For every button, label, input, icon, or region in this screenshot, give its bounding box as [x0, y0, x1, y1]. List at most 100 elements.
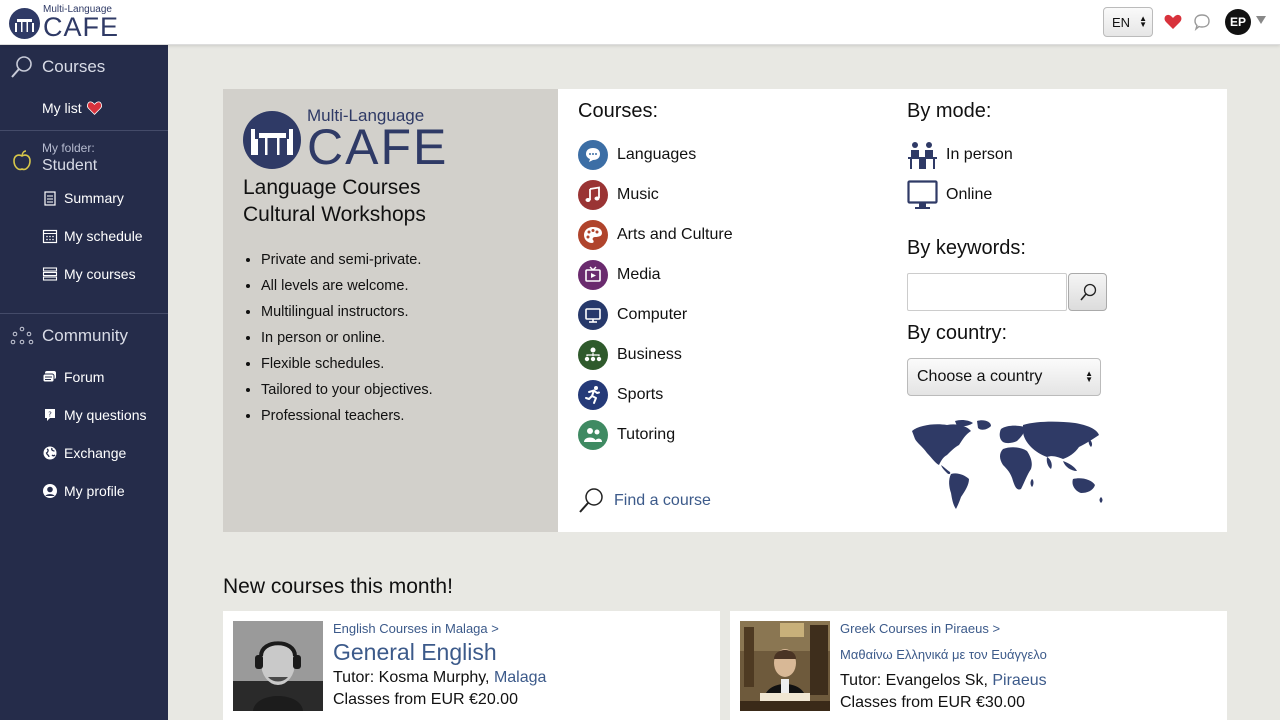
select-arrows-icon: ▲ ▼: [1085, 369, 1093, 384]
course-title-link[interactable]: Μαθαίνω Ελληνικά με τον Ευάγγελο: [840, 647, 1047, 662]
tutor-name: Tutor: Kosma Murphy,: [333, 669, 490, 686]
course-breadcrumb-link[interactable]: English Courses in Malaga >: [333, 621, 499, 636]
sidebar-courses-label: Courses: [42, 57, 106, 76]
category-label: Computer: [617, 306, 688, 323]
language-value: EN: [1112, 14, 1131, 30]
svg-text:?: ?: [48, 411, 52, 419]
course-tutor: Tutor: Evangelos Sk, Piraeus: [840, 672, 1047, 690]
in-person-icon: [908, 142, 937, 169]
mode-in-person[interactable]: In person: [907, 140, 1013, 170]
list-item: Multilingual instructors.: [261, 299, 433, 325]
hero-tagline-line1: Language Courses: [243, 176, 421, 199]
course-card[interactable]: English Courses in Malaga > General Engl…: [223, 611, 720, 720]
category-business[interactable]: Business: [578, 340, 682, 370]
category-label: Music: [617, 186, 659, 203]
language-select[interactable]: EN ▲ ▼: [1103, 7, 1153, 37]
list-item: Tailored to your objectives.: [261, 377, 433, 403]
category-sports[interactable]: Sports: [578, 380, 663, 410]
by-mode-title: By mode:: [907, 100, 992, 122]
sidebar-exchange-label: Exchange: [64, 445, 127, 461]
course-title-link[interactable]: General English: [333, 639, 497, 666]
heart-icon: [86, 101, 102, 115]
apple-icon: [13, 150, 31, 171]
world-map[interactable]: [907, 417, 1107, 512]
forum-icon: [42, 371, 56, 383]
course-price: Classes from EUR €20.00: [333, 691, 518, 708]
folder-name: Student: [42, 157, 98, 174]
category-languages[interactable]: Languages: [578, 140, 696, 170]
category-label: Business: [617, 346, 682, 363]
tutor-photo[interactable]: [233, 621, 323, 711]
sidebar-item-forum[interactable]: Forum: [0, 358, 168, 396]
category-media[interactable]: Media: [578, 260, 661, 290]
folder-label: My folder:: [42, 141, 95, 155]
business-network-icon: [578, 340, 608, 370]
user-icon: [43, 484, 57, 498]
tutoring-people-icon: [578, 420, 608, 450]
search-icon: [1079, 283, 1096, 301]
sidebar-summary-label: Summary: [64, 190, 124, 206]
course-tutor: Tutor: Kosma Murphy, Malaga: [333, 669, 546, 687]
list-item: Flexible schedules.: [261, 351, 433, 377]
list-item: All levels are welcome.: [261, 273, 433, 299]
logo[interactable]: Multi-Language CAFE: [9, 5, 119, 41]
sidebar-item-questions[interactable]: ? My questions: [0, 396, 168, 434]
online-label: Online: [946, 186, 993, 203]
by-country-title: By country:: [907, 322, 1008, 344]
category-computer[interactable]: Computer: [578, 300, 687, 330]
community-dots-icon: [10, 326, 34, 345]
logo-big-text: CAFE: [43, 12, 120, 42]
calendar-icon: [42, 229, 58, 244]
runner-icon: [578, 380, 608, 410]
city-link[interactable]: Piraeus: [992, 672, 1046, 689]
find-course-link[interactable]: Find a course: [578, 487, 711, 514]
sidebar-item-summary[interactable]: Summary: [0, 179, 168, 217]
course-card[interactable]: Greek Courses in Piraeus > Μαθαίνω Ελλην…: [730, 611, 1227, 720]
tutor-photo[interactable]: [740, 621, 830, 711]
hero-intro: Multi-Language CAFE Language Courses Cul…: [223, 89, 558, 532]
sidebar-my-courses-label: My courses: [64, 266, 136, 282]
category-tutoring[interactable]: Tutoring: [578, 420, 675, 450]
find-course-label: Find a course: [614, 491, 711, 509]
computer-monitor-icon: [578, 300, 608, 330]
category-label: Media: [617, 266, 661, 283]
hero-feature-list: Private and semi-private. All levels are…: [261, 247, 433, 429]
messages-bubble-icon[interactable]: [1192, 12, 1212, 32]
country-select[interactable]: Choose a country ▲ ▼: [907, 358, 1101, 396]
sidebar-folder[interactable]: My folder: Student: [0, 131, 168, 179]
hero-tagline: Language Courses Cultural Workshops: [243, 174, 426, 228]
sidebar-item-my-list[interactable]: My list: [0, 89, 168, 127]
clipboard-icon: [44, 191, 56, 206]
user-menu-caret-icon[interactable]: [1256, 16, 1266, 24]
hero-tagline-line2: Cultural Workshops: [243, 203, 426, 226]
monitor-icon: [907, 180, 938, 209]
palette-icon: [578, 220, 608, 250]
city-link[interactable]: Malaga: [494, 669, 546, 686]
country-select-value: Choose a country: [917, 368, 1043, 385]
category-music[interactable]: Music: [578, 180, 659, 210]
sidebar-item-my-courses[interactable]: My courses: [0, 255, 168, 293]
languages-chat-icon: [578, 140, 608, 170]
sidebar-schedule-label: My schedule: [64, 228, 143, 244]
list-item: Private and semi-private.: [261, 247, 433, 273]
sidebar-profile-label: My profile: [64, 483, 125, 499]
sidebar-item-courses[interactable]: Courses: [0, 45, 168, 89]
sidebar-item-schedule[interactable]: My schedule: [0, 217, 168, 255]
category-arts-culture[interactable]: Arts and Culture: [578, 220, 733, 250]
sidebar-item-exchange[interactable]: Exchange: [0, 434, 168, 472]
course-breadcrumb-link[interactable]: Greek Courses in Piraeus >: [840, 621, 1000, 636]
keywords-search-button[interactable]: [1068, 273, 1107, 311]
hero-panel: Multi-Language CAFE Language Courses Cul…: [223, 89, 1227, 532]
sidebar-item-profile[interactable]: My profile: [0, 472, 168, 510]
favorites-heart-icon[interactable]: [1163, 12, 1183, 32]
courses-title: Courses:: [578, 100, 659, 122]
new-courses-title: New courses this month!: [223, 575, 453, 598]
hero-logo-emblem: [243, 110, 301, 169]
hero-logo-big-text: CAFE: [307, 119, 449, 175]
logo-emblem: [9, 7, 40, 39]
sidebar-item-community[interactable]: Community: [0, 314, 168, 358]
question-bubble-icon: ?: [45, 409, 55, 421]
keywords-input[interactable]: [907, 273, 1067, 311]
user-avatar[interactable]: EP: [1225, 9, 1251, 35]
mode-online[interactable]: Online: [907, 180, 992, 210]
